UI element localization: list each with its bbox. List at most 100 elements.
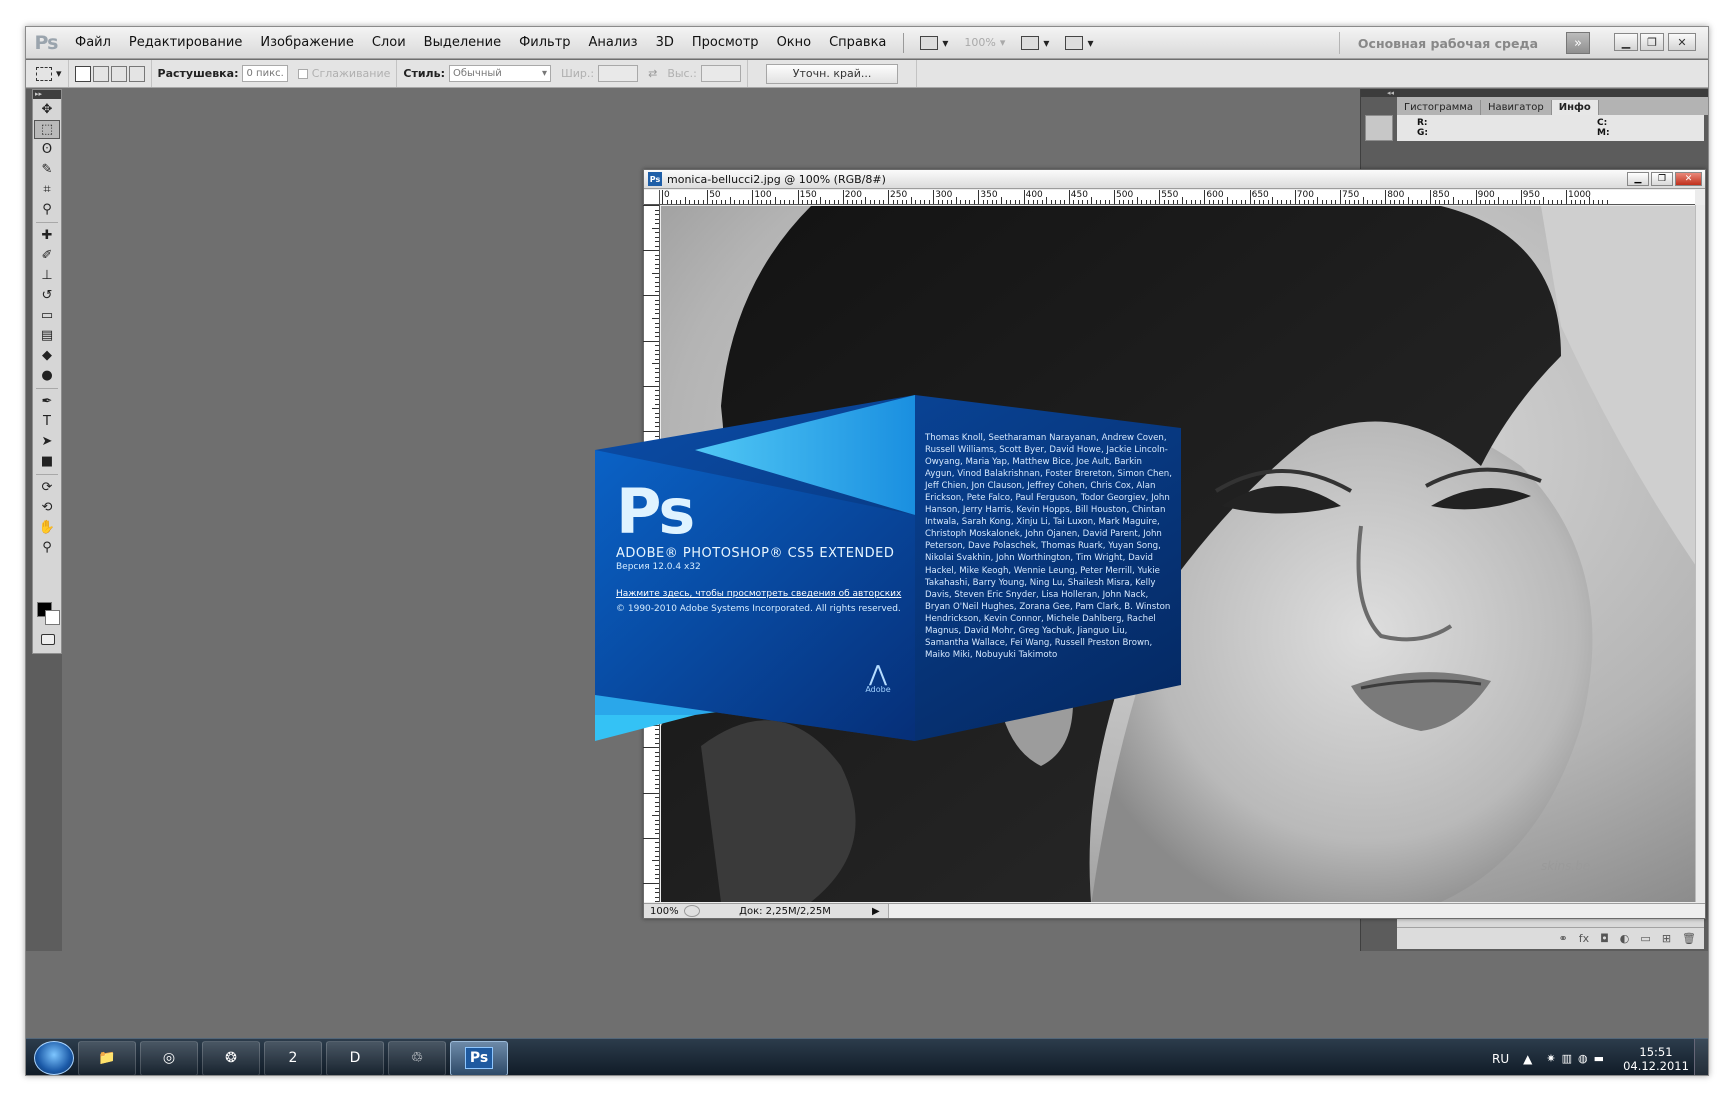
- intersect-selection-icon[interactable]: [128, 65, 145, 82]
- height-input[interactable]: [700, 65, 741, 82]
- style-select[interactable]: Обычный ▾: [448, 65, 551, 82]
- browser-taskbar-icon[interactable]: ◎: [140, 1040, 198, 1075]
- doc-restore-icon[interactable]: ❐: [1651, 172, 1673, 186]
- status-menu-arrow-icon[interactable]: ▶: [872, 906, 880, 917]
- tray-torrent-icon[interactable]: ◍: [1578, 1052, 1588, 1065]
- add-selection-icon[interactable]: [92, 65, 109, 82]
- feather-input[interactable]: 0 пикс.: [242, 65, 288, 82]
- workspace-switcher[interactable]: Основная рабочая среда: [1338, 32, 1556, 54]
- restore-icon[interactable]: ❐: [1640, 33, 1664, 51]
- refine-edge-button[interactable]: Уточн. край...: [765, 63, 899, 84]
- menu-view[interactable]: Просмотр: [683, 35, 768, 50]
- document-title-bar[interactable]: Ps monica-bellucci2.jpg @ 100% (RGB/8#): [644, 170, 1705, 189]
- ruler-minor-tick: [955, 197, 957, 204]
- menu-3d[interactable]: 3D: [647, 35, 683, 50]
- ruler-origin[interactable]: [644, 190, 660, 205]
- minimize-icon[interactable]: ▁: [1614, 33, 1638, 51]
- start-button[interactable]: [34, 1041, 74, 1075]
- arrange-documents-button[interactable]: ▾: [1013, 35, 1057, 50]
- new-layer-icon[interactable]: ⊞: [1662, 932, 1671, 945]
- menu-layers[interactable]: Слои: [363, 35, 415, 50]
- brush-tool-icon[interactable]: ✐: [34, 246, 60, 265]
- vertical-scrollbar[interactable]: [1695, 205, 1705, 902]
- delete-layer-icon[interactable]: 🗑: [1682, 932, 1696, 945]
- antialias-checkbox[interactable]: [297, 68, 308, 79]
- doc-minimize-icon[interactable]: ▁: [1627, 172, 1649, 186]
- clone-stamp-tool-icon[interactable]: ⊥: [34, 266, 60, 285]
- tab-histogram[interactable]: Гистограмма: [1397, 100, 1481, 115]
- menu-help[interactable]: Справка: [820, 35, 895, 50]
- tray-network-icon[interactable]: ▥: [1562, 1052, 1572, 1065]
- eyedropper-tool-icon[interactable]: ⚲: [34, 200, 60, 219]
- menu-file[interactable]: Файл: [66, 35, 120, 50]
- explorer-taskbar-icon[interactable]: 📁: [78, 1040, 136, 1075]
- splash-legal-link[interactable]: Нажмите здесь, чтобы просмотреть сведени…: [616, 589, 916, 599]
- adjustment-layer-icon[interactable]: ◐: [1620, 932, 1630, 945]
- language-indicator[interactable]: RU: [1492, 1052, 1509, 1066]
- new-selection-icon[interactable]: [74, 65, 91, 82]
- crop-tool-icon[interactable]: ⌗: [34, 180, 60, 199]
- path-select-tool-icon[interactable]: ➤: [34, 432, 60, 451]
- panel-collapsed-icon[interactable]: [1365, 115, 1393, 141]
- menu-analysis[interactable]: Анализ: [580, 35, 647, 50]
- horizontal-ruler[interactable]: 0 50 100 150 200 250 300 350 400 450 500 550 600 650 7…: [660, 190, 1695, 205]
- menu-edit[interactable]: Редактирование: [120, 35, 251, 50]
- zoom-level[interactable]: 100%: [644, 906, 684, 917]
- show-desktop-button[interactable]: [1694, 1039, 1708, 1075]
- menu-window[interactable]: Окно: [768, 35, 821, 50]
- background-color-swatch[interactable]: [45, 610, 60, 625]
- app-taskbar-icon[interactable]: 2: [264, 1040, 322, 1075]
- game-taskbar-icon[interactable]: ❂: [202, 1040, 260, 1075]
- rectangle-tool-icon[interactable]: ■: [34, 452, 60, 471]
- quick-select-tool-icon[interactable]: ✎: [34, 160, 60, 179]
- menu-select[interactable]: Выделение: [415, 35, 510, 50]
- blur-tool-icon[interactable]: ◆: [34, 346, 60, 365]
- layer-mask-icon[interactable]: ◘: [1600, 932, 1609, 945]
- system-clock[interactable]: 15:51 04.12.2011: [1618, 1045, 1694, 1073]
- menu-filter[interactable]: Фильтр: [510, 35, 579, 50]
- hand-tool-icon[interactable]: ✋: [34, 518, 60, 537]
- daemon-tools-taskbar-icon[interactable]: D: [326, 1040, 384, 1075]
- panel-grip[interactable]: ▸▸: [33, 90, 61, 99]
- pen-tool-icon[interactable]: ✒: [34, 392, 60, 411]
- width-input[interactable]: [598, 65, 639, 82]
- photoshop-taskbar-icon[interactable]: Ps: [450, 1040, 508, 1075]
- dodge-tool-icon[interactable]: ●: [34, 366, 60, 385]
- close-icon[interactable]: ✕: [1668, 33, 1696, 51]
- type-tool-icon[interactable]: T: [34, 412, 60, 431]
- screen-mode-button[interactable]: ▾: [912, 35, 956, 50]
- gradient-tool-icon[interactable]: ▤: [34, 326, 60, 345]
- eraser-tool-icon[interactable]: ▭: [34, 306, 60, 325]
- panel-grip[interactable]: ◂◂: [1361, 89, 1708, 97]
- swap-dimensions-icon[interactable]: ⇄: [648, 67, 657, 80]
- doc-close-icon[interactable]: ✕: [1675, 172, 1702, 186]
- 3d-orbit-tool-icon[interactable]: ⟲: [34, 498, 60, 517]
- healing-brush-tool-icon[interactable]: ✚: [34, 226, 60, 245]
- 3d-rotate-tool-icon[interactable]: ⟳: [34, 478, 60, 497]
- tool-preset-picker[interactable]: ▾: [26, 60, 69, 87]
- screen-mode-toggle[interactable]: ▾: [1057, 35, 1101, 50]
- fx-icon[interactable]: fx: [1579, 932, 1589, 945]
- move-tool-icon[interactable]: ✥: [34, 100, 60, 119]
- lasso-tool-icon[interactable]: ʘ: [34, 140, 60, 159]
- zoom-tool-icon[interactable]: ⚲: [34, 538, 60, 557]
- quick-mask-icon[interactable]: [41, 634, 55, 645]
- new-group-icon[interactable]: ▭: [1640, 932, 1650, 945]
- tray-flag-icon[interactable]: ▬: [1594, 1052, 1604, 1065]
- link-layers-icon[interactable]: ⚭: [1558, 932, 1567, 945]
- horizontal-scrollbar[interactable]: [887, 904, 1705, 918]
- subtract-selection-icon[interactable]: [110, 65, 127, 82]
- recycle-bin-taskbar-icon[interactable]: ♲: [388, 1040, 446, 1075]
- workspace-more-icon[interactable]: »: [1566, 32, 1590, 54]
- menu-image[interactable]: Изображение: [251, 35, 362, 50]
- history-brush-tool-icon[interactable]: ↺: [34, 286, 60, 305]
- rect-marquee-tool-icon[interactable]: ⬚: [34, 120, 60, 139]
- tray-expand-icon[interactable]: ▲: [1523, 1052, 1532, 1066]
- tray-app-icon[interactable]: ✷: [1546, 1052, 1555, 1065]
- tab-navigator[interactable]: Навигатор: [1481, 100, 1552, 115]
- tab-info[interactable]: Инфо: [1551, 100, 1599, 115]
- about-splash[interactable]: Ps ADOBE® PHOTOSHOP® CS5 EXTENDED Версия…: [595, 395, 1181, 741]
- status-info-icon[interactable]: [684, 905, 700, 917]
- menu-bar: Ps Файл Редактирование Изображение Слои …: [26, 27, 1708, 59]
- zoom-dropdown[interactable]: 100% ▾: [956, 36, 1013, 49]
